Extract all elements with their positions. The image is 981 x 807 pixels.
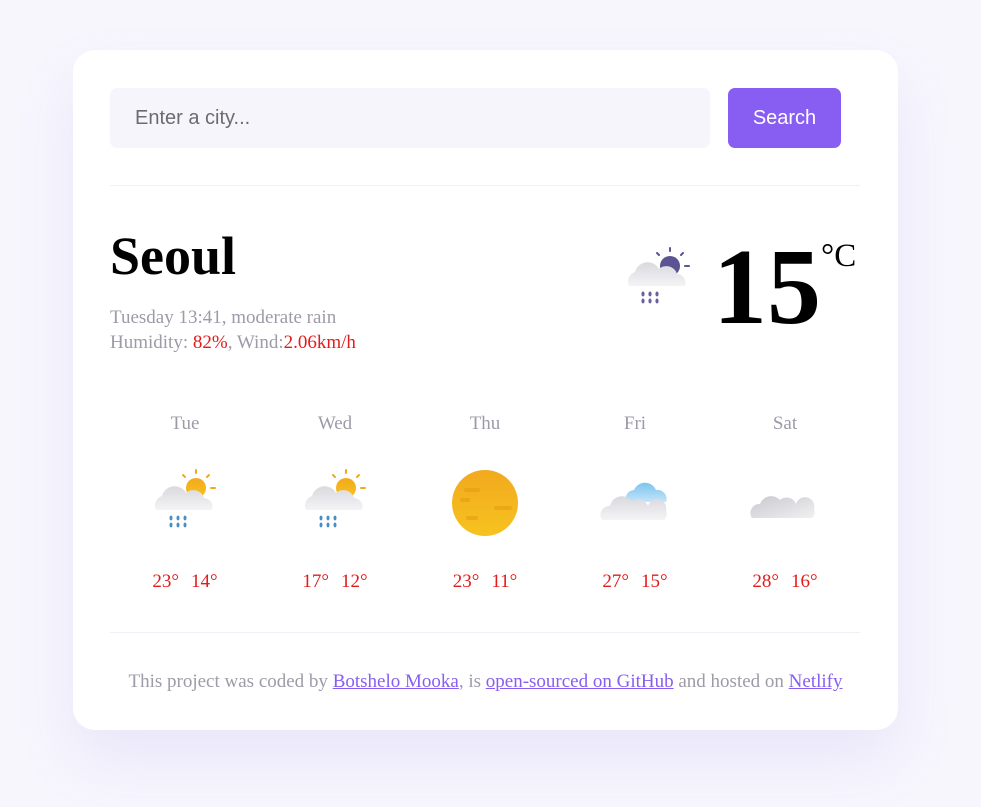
forecast-max-temp: 28° [752,571,779,592]
search-button[interactable]: Search [728,88,841,148]
forecast-day: Fri 27° 15° [560,410,710,600]
forecast-day: Wed 17° 12° [260,410,410,600]
forecast-min-temp: 11° [491,571,518,592]
rain-partly-sunny-icon [154,469,216,528]
footer-prefix: This project was coded by [128,671,333,692]
current-temperature: 15 [713,228,821,347]
sun-icon [452,470,518,536]
weather-description: moderate rain [231,307,337,328]
forecast-day-name: Thu [469,413,501,434]
forecast-min-temp: 14° [191,571,218,592]
forecast-day: Thu 23° 11° [410,410,560,600]
forecast-temperatures: 27° 15° [560,570,710,594]
city-name: Seoul [110,226,237,286]
forecast-day: Sat 28° 16° [710,410,860,600]
footer: This project was coded by Botshelo Mooka… [73,669,898,695]
forecast-day-name: Fri [623,413,647,434]
forecast-day: Tue 23° 14° [110,410,260,600]
humidity-wind: Humidity: 82%, Wind:2.06km/h [110,332,356,353]
wind-value: 2.06km/h [283,332,356,353]
forecast-temperatures: 23° 11° [410,570,560,594]
netlify-link[interactable]: Netlify [789,671,843,692]
temperature-unit: °C [821,238,857,274]
rain-partly-sunny-icon [304,469,366,528]
humidity-value: 82% [192,332,228,353]
datetime-description: Tuesday 13:41, moderate rain [110,307,337,328]
forecast-max-temp: 23° [152,571,179,592]
weather-card: Search Seoul Tuesday 13:41, moderate rai… [73,50,898,730]
current-datetime: Tuesday 13:41 [110,307,222,328]
footer-suffix: and hosted on [673,671,789,692]
forecast-max-temp: 23° [452,571,480,592]
github-link[interactable]: open-sourced on GitHub [486,671,674,692]
footer-middle: , is [458,671,486,692]
rain-partly-sunny-icon [627,247,690,304]
humidity-label: Humidity: [110,332,193,353]
forecast-temperatures: 17° 12° [260,570,410,594]
forecast-temperatures: 23° 14° [110,570,260,594]
forecast-day-name: Tue [170,413,200,434]
forecast-max-temp: 27° [602,571,629,592]
top-divider [110,185,860,186]
forecast: Tue 23° 14° Wed 17° 12° Thu 23° 11° Fri … [110,410,860,600]
search-form: Search [110,88,841,148]
forecast-temperatures: 28° 16° [710,570,860,594]
forecast-max-temp: 17° [302,571,329,592]
wind-label: Wind: [236,332,284,353]
forecast-min-temp: 15° [641,571,668,592]
partly-cloudy-icon [600,482,667,520]
current-details: Tuesday 13:41, moderate rain Humidity: 8… [110,305,356,355]
cloud-icon [750,496,815,518]
author-link[interactable]: Botshelo Mooka [333,671,459,692]
forecast-min-temp: 16° [791,571,818,592]
city-search-input[interactable] [110,88,710,148]
forecast-min-temp: 12° [341,571,368,592]
bottom-divider [110,632,860,633]
forecast-day-name: Wed [317,413,353,434]
forecast-day-name: Sat [772,413,798,434]
